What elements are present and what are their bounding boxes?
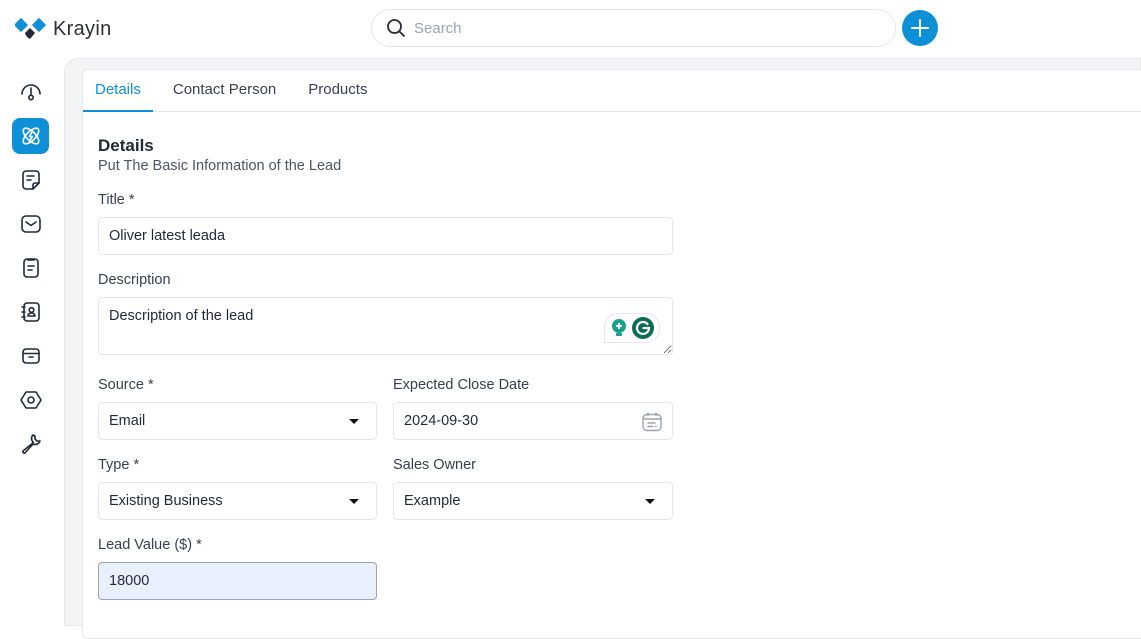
sidebar-item-settings[interactable] <box>12 382 49 418</box>
sidebar-item-mail[interactable] <box>12 206 49 242</box>
sidebar-item-dashboard[interactable] <box>12 73 49 109</box>
sales-owner-label: Sales Owner <box>393 457 477 473</box>
dashboard-gauge-icon <box>20 84 41 101</box>
description-textarea[interactable]: Description of the lead <box>98 297 673 355</box>
krayin-logo-icon <box>15 17 47 39</box>
plus-icon <box>911 19 929 37</box>
sidebar-item-quotes[interactable] <box>12 162 49 198</box>
type-value: Existing Business <box>109 493 223 509</box>
search-bar[interactable] <box>371 9 896 47</box>
box-icon <box>21 348 40 364</box>
expected-close-date-field[interactable] <box>393 402 673 440</box>
clipboard-icon <box>22 258 39 278</box>
add-button[interactable] <box>902 10 938 46</box>
lead-value-field[interactable] <box>98 562 377 600</box>
app-name: Krayin <box>53 17 112 40</box>
title-field[interactable] <box>98 217 673 255</box>
type-select[interactable]: Existing Business <box>98 482 377 520</box>
expected-close-date-label: Expected Close Date <box>393 377 530 393</box>
lead-form-card: Details Contact Person Products Details … <box>82 69 1141 639</box>
wrench-icon <box>21 434 41 454</box>
section-title: Details <box>98 136 154 155</box>
type-label: Type * <box>98 457 140 473</box>
grammarly-widget[interactable] <box>604 313 660 343</box>
lead-value-input[interactable] <box>109 573 376 589</box>
description-label: Description <box>98 272 171 288</box>
title-input[interactable] <box>109 228 672 244</box>
quote-note-icon <box>21 170 40 190</box>
title-label: Title * <box>98 192 135 208</box>
sidebar-item-activities[interactable] <box>12 250 49 286</box>
section-subtitle: Put The Basic Information of the Lead <box>98 158 342 174</box>
chevron-down-icon <box>645 499 655 504</box>
logo[interactable]: Krayin <box>15 17 112 41</box>
source-select[interactable]: Email <box>98 402 377 440</box>
leads-atom-icon <box>21 127 40 145</box>
mail-icon <box>20 215 41 233</box>
calendar-icon[interactable] <box>641 411 663 433</box>
source-value: Email <box>109 413 146 429</box>
top-bar: Krayin <box>0 0 1141 58</box>
source-label: Source * <box>98 377 154 393</box>
tab-details[interactable]: Details <box>83 70 153 112</box>
sidebar-item-leads[interactable] <box>12 118 49 154</box>
tab-contact-person[interactable]: Contact Person <box>161 70 288 112</box>
contact-book-icon <box>20 302 40 322</box>
settings-hex-icon <box>19 391 42 409</box>
sidebar-item-products[interactable] <box>12 338 49 374</box>
sidebar <box>0 58 64 626</box>
search-icon <box>387 19 405 37</box>
sidebar-item-contacts[interactable] <box>12 294 49 330</box>
tab-products[interactable]: Products <box>296 70 379 112</box>
expected-close-date-input[interactable] <box>404 413 672 429</box>
sidebar-item-configuration[interactable] <box>12 426 49 462</box>
tab-bar: Details Contact Person Products <box>83 70 1141 112</box>
chevron-down-icon <box>349 419 359 424</box>
chevron-down-icon <box>349 499 359 504</box>
sales-owner-select[interactable]: Example <box>393 482 673 520</box>
search-input[interactable] <box>414 19 854 37</box>
lead-value-label: Lead Value ($) * <box>98 537 202 553</box>
lightbulb-icon[interactable] <box>610 318 628 338</box>
grammarly-icon[interactable] <box>631 316 655 340</box>
sales-owner-value: Example <box>404 493 461 509</box>
